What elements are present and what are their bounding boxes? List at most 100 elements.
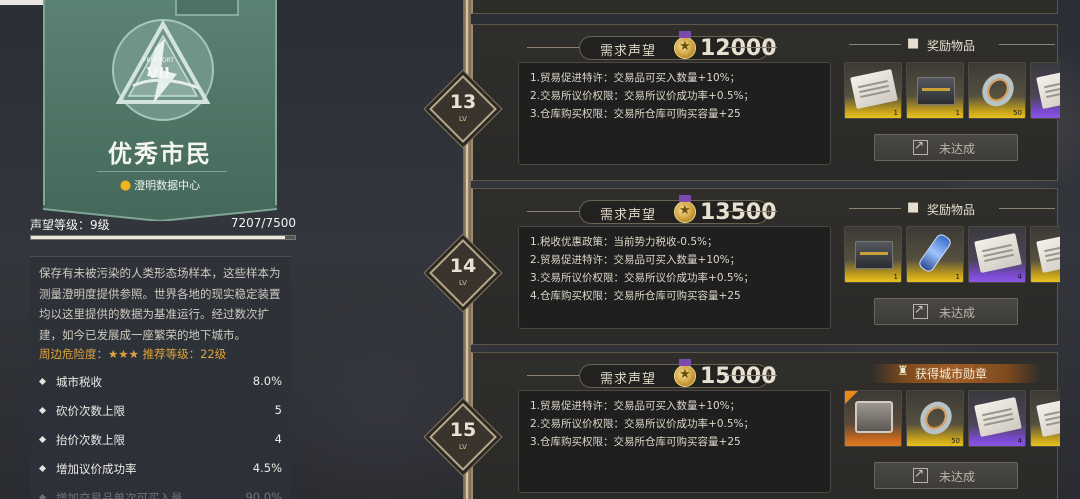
reputation-row: 声望等级：9级 7207/7500 xyxy=(30,216,296,232)
go-arrow-icon xyxy=(913,466,928,483)
reward-title: 奖励物品 xyxy=(927,203,976,217)
reputation-medal-icon xyxy=(674,195,696,223)
perk-list: 1.贸易促进特许：交易品可买入数量+10%； 2.交易所议价权限：交易所议价成功率… xyxy=(518,62,831,165)
reward-item[interactable]: 4 xyxy=(968,226,1026,283)
reward-item[interactable]: 50 xyxy=(968,62,1026,119)
required-reputation-value: 13500 xyxy=(700,200,777,225)
claim-button-label: 未达成 xyxy=(939,142,976,156)
stats-list: 城市税收 8.0% 砍价次数上限 5 抬价次数上限 4 增加议价成功率 4.5%… xyxy=(30,371,291,499)
reward-item[interactable]: 1 xyxy=(844,226,902,283)
bullet-icon xyxy=(38,464,47,473)
go-arrow-icon xyxy=(913,302,928,319)
required-reputation: 需求声望 15000 xyxy=(527,359,777,389)
item-quantity: 1 xyxy=(893,273,898,281)
reward-title: 奖励物品 xyxy=(927,39,976,53)
perk-line: 2.贸易促进特许：交易品可买入数量+10%； xyxy=(530,254,741,266)
required-reputation-value: 12000 xyxy=(700,36,777,61)
item-quantity: 4 xyxy=(1017,273,1022,281)
reward-item[interactable] xyxy=(1030,62,1060,119)
required-reputation: 需求声望 13500 xyxy=(527,195,777,225)
item-quantity: 50 xyxy=(1013,109,1022,117)
city-title: 优秀市民 xyxy=(108,140,212,168)
stat-row: 砍价次数上限 5 xyxy=(30,400,291,429)
reward-item[interactable]: 50 xyxy=(906,390,964,447)
perk-line: 1.贸易促进特许：交易品可买入数量+10%； xyxy=(530,72,741,84)
city-banner: VII FREEPORT 优秀市民 ● 澄明数据中心 xyxy=(43,0,277,205)
reward-item[interactable] xyxy=(1030,226,1060,283)
bullet-icon xyxy=(38,493,47,499)
stat-label: 砍价次数上限 xyxy=(56,404,125,418)
stat-value: 90.0% xyxy=(245,490,282,499)
tier-level-badge: 15 LV xyxy=(428,402,498,472)
city-info-box[interactable]: 保存有未被污染的人类形态场样本，这些样本为测量澄明度提供参照。世界各地的现实稳定… xyxy=(30,256,291,499)
perk-list: 1.贸易促进特许：交易品可买入数量+10%； 2.交易所议价权限：交易所议价成功率… xyxy=(518,390,831,493)
gift-icon: ■ xyxy=(907,200,920,215)
gift-icon: ■ xyxy=(907,36,920,51)
item-quantity: 1 xyxy=(893,109,898,117)
reputation-medal-icon xyxy=(674,359,696,387)
reputation-level: 声望等级：9级 xyxy=(30,218,110,232)
reward-header: ♜ 获得城市勋章 xyxy=(849,364,1057,383)
required-reputation-label: 需求声望 xyxy=(600,44,657,59)
claim-button-label: 未达成 xyxy=(939,470,976,484)
required-reputation-pill: 需求声望 15000 xyxy=(579,359,777,389)
perk-line: 3.仓库购买权限：交易所仓库可购买容量+25 xyxy=(530,108,741,120)
bullet-icon xyxy=(38,377,47,386)
claim-button-label: 未达成 xyxy=(939,306,976,320)
reward-items: 50 4 xyxy=(844,390,1060,447)
reward-items: 1 1 4 xyxy=(844,226,1060,283)
perk-line: 1.税收优惠政策：当前势力税收-0.5%； xyxy=(530,236,718,248)
required-reputation-value: 15000 xyxy=(700,364,777,389)
tier-level-badge: 14 LV xyxy=(428,238,498,308)
claim-button[interactable]: 未达成 xyxy=(874,462,1018,489)
tier-level-suffix: LV xyxy=(459,279,467,287)
required-reputation-pill: 需求声望 12000 xyxy=(579,31,777,61)
tier-level-number: 15 xyxy=(449,419,477,441)
emblem-text: FREEPORT xyxy=(143,57,174,64)
stat-label: 增加议价成功率 xyxy=(56,462,137,476)
item-quantity: 4 xyxy=(1017,437,1022,445)
stat-label: 抬价次数上限 xyxy=(56,433,125,447)
perk-list: 1.税收优惠政策：当前势力税收-0.5%； 2.贸易促进特许：交易品可买入数量+1… xyxy=(518,226,831,329)
reward-item[interactable]: 4 xyxy=(968,390,1026,447)
city-description: 保存有未被污染的人类形态场样本，这些样本为测量澄明度提供参照。世界各地的现实稳定… xyxy=(39,266,281,342)
stat-label: 增加交易品单次可买入量 xyxy=(56,491,183,499)
reward-item[interactable]: 1 xyxy=(906,226,964,283)
item-quantity: 1 xyxy=(955,273,960,281)
tier-level-badge: 13 LV xyxy=(428,74,498,144)
perk-line: 2.交易所议价权限：交易所议价成功率+0.5%； xyxy=(530,90,754,102)
previous-tier-card xyxy=(471,0,1058,14)
item-quantity: 1 xyxy=(955,109,960,117)
danger-level: 周边危险度：★★★ 推荐等级：22级 xyxy=(39,347,227,361)
reward-item[interactable] xyxy=(844,390,902,447)
reward-header: ■ 奖励物品 xyxy=(849,200,1057,218)
stat-value: 5 xyxy=(274,403,282,417)
tier-level-suffix: LV xyxy=(459,443,467,451)
emblem-numeral: VII xyxy=(147,64,170,82)
reward-item[interactable]: 1 xyxy=(844,62,902,119)
perk-line: 4.仓库购买权限：交易所仓库可购买容量+25 xyxy=(530,290,741,302)
location-pin-icon: ● xyxy=(119,178,132,193)
reputation-progress-fill xyxy=(31,236,285,239)
stat-label: 城市税收 xyxy=(56,375,102,389)
claim-button[interactable]: 未达成 xyxy=(874,298,1018,325)
stat-row: 抬价次数上限 4 xyxy=(30,429,291,458)
tier-card: 需求声望 15000 1.贸易促进特许：交易品可买入数量+10%； 2.交易所议价… xyxy=(471,352,1060,499)
reputation-value: 7207/7500 xyxy=(230,216,296,230)
reputation-medal-icon xyxy=(674,31,696,59)
reward-header: ■ 奖励物品 xyxy=(849,36,1057,54)
tier-card: 需求声望 13500 1.税收优惠政策：当前势力税收-0.5%； 2.贸易促进特许… xyxy=(471,188,1060,345)
required-reputation-label: 需求声望 xyxy=(600,208,657,223)
tier-card: 需求声望 12000 1.贸易促进特许：交易品可买入数量+10%； 2.交易所议价… xyxy=(471,24,1060,181)
perk-line: 2.交易所议价权限：交易所议价成功率+0.5%； xyxy=(530,418,754,430)
reward-item[interactable]: 1 xyxy=(906,62,964,119)
stat-row: 增加议价成功率 4.5% xyxy=(30,458,291,487)
tier-level-number: 14 xyxy=(449,255,477,277)
claim-button[interactable]: 未达成 xyxy=(874,134,1018,161)
reward-title: 获得城市勋章 xyxy=(915,367,988,381)
reward-item[interactable] xyxy=(1030,390,1060,447)
required-reputation-label: 需求声望 xyxy=(600,372,657,387)
city-location: ● 澄明数据中心 xyxy=(45,177,275,193)
perk-line: 3.仓库购买权限：交易所仓库可购买容量+25 xyxy=(530,436,741,448)
perk-line: 3.交易所议价权限：交易所议价成功率+0.5%； xyxy=(530,272,754,284)
